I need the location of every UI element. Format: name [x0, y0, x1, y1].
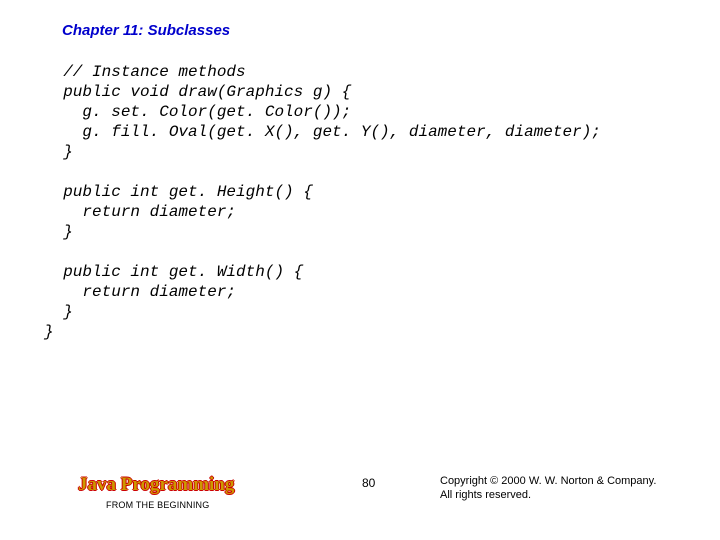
code-line: public int get. Height() { [44, 183, 313, 201]
code-line: g. set. Color(get. Color()); [44, 103, 351, 121]
code-block: // Instance methods public void draw(Gra… [44, 62, 601, 342]
footer: Java Programming FROM THE BEGINNING 80 C… [0, 470, 720, 516]
copyright: Copyright © 2000 W. W. Norton & Company.… [440, 474, 656, 502]
code-line: public void draw(Graphics g) { [44, 83, 351, 101]
code-line: g. fill. Oval(get. X(), get. Y(), diamet… [44, 123, 601, 141]
page-number: 80 [362, 476, 375, 490]
copyright-line-1: Copyright © 2000 W. W. Norton & Company. [440, 474, 656, 488]
chapter-title: Chapter 11: Subclasses [62, 22, 230, 39]
code-line: return diameter; [44, 203, 236, 221]
code-line: // Instance methods [44, 63, 246, 81]
code-line: return diameter; [44, 283, 236, 301]
code-line: } [44, 143, 73, 161]
code-line: public int get. Width() { [44, 263, 303, 281]
book-title: Java Programming [78, 474, 234, 496]
code-line: } [44, 323, 54, 341]
code-line: } [44, 223, 73, 241]
code-line: } [44, 303, 73, 321]
book-subtitle: FROM THE BEGINNING [106, 500, 209, 510]
copyright-line-2: All rights reserved. [440, 488, 656, 502]
